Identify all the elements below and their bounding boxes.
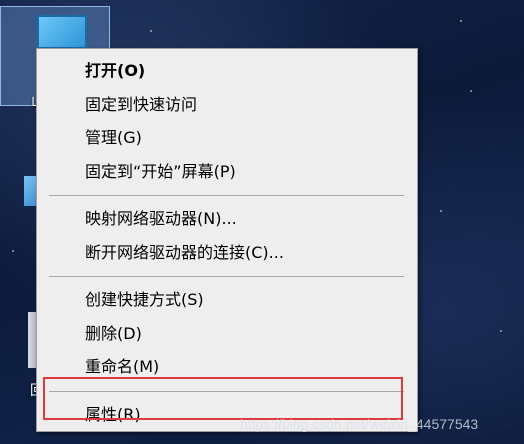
menu-item-delete[interactable]: 删除(D) — [37, 319, 417, 349]
star — [470, 90, 472, 92]
menu-item-create-shortcut[interactable]: 创建快捷方式(S) — [37, 285, 417, 315]
menu-separator — [49, 195, 404, 196]
menu-item-open[interactable]: 打开(O) — [37, 56, 417, 86]
star — [150, 30, 152, 32]
menu-item-manage[interactable]: 管理(G) — [37, 123, 417, 153]
menu-item-map-drive[interactable]: 映射网络驱动器(N)... — [37, 204, 417, 234]
star — [500, 330, 502, 332]
menu-separator — [49, 276, 404, 277]
watermark-url: https://blog.csdn.net/weixin_44577543 — [240, 416, 479, 432]
menu-item-pin-quick-access[interactable]: 固定到快速访问 — [37, 90, 417, 120]
menu-item-pin-start[interactable]: 固定到“开始”屏幕(P) — [37, 157, 417, 187]
properties-highlight-box — [43, 377, 403, 420]
menu-item-disconnect-drive[interactable]: 断开网络驱动器的连接(C)... — [37, 238, 417, 268]
monitor-icon — [37, 15, 87, 49]
star — [12, 250, 14, 252]
star — [440, 210, 442, 212]
context-menu: 打开(O) 固定到快速访问 管理(G) 固定到“开始”屏幕(P) 映射网络驱动器(N).… — [36, 48, 418, 432]
star — [460, 20, 462, 22]
